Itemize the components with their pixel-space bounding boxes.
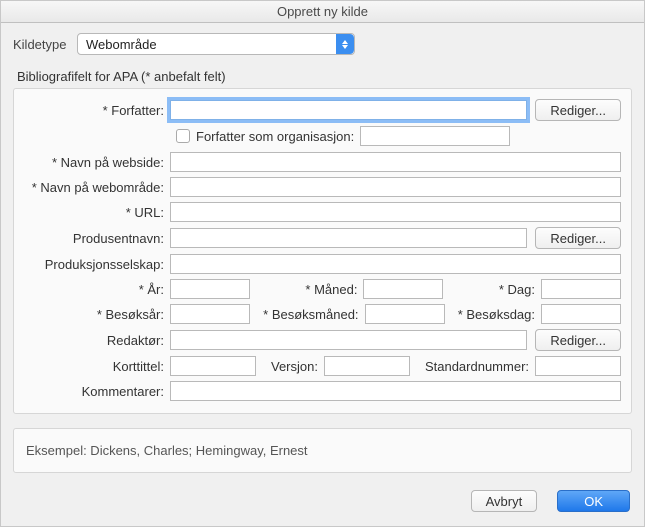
input-dag[interactable] (541, 279, 621, 299)
source-type-select[interactable]: Webområde (77, 33, 355, 55)
section-label: Bibliografifelt for APA (* anbefalt felt… (17, 69, 632, 84)
label-versjon: Versjon: (271, 359, 324, 374)
label-korttittel: Korttittel: (24, 359, 170, 374)
rediger-produsent-button[interactable]: Rediger... (535, 227, 621, 249)
input-korttittel[interactable] (170, 356, 256, 376)
input-navn-webside[interactable] (170, 152, 621, 172)
source-type-label: Kildetype (13, 37, 77, 52)
label-aar: * År: (24, 282, 170, 297)
label-forfatter: * Forfatter: (24, 103, 170, 118)
source-type-row: Kildetype Webområde (13, 33, 632, 55)
input-redaktor[interactable] (170, 330, 527, 350)
label-besoksdag: * Besøksdag: (458, 307, 541, 322)
example-box: Eksempel: Dickens, Charles; Hemingway, E… (13, 428, 632, 473)
input-besoksdag[interactable] (541, 304, 621, 324)
label-maaned: * Måned: (305, 282, 363, 297)
input-navn-webomrade[interactable] (170, 177, 621, 197)
fields-panel: * Forfatter: Rediger... Forfatter som or… (13, 88, 632, 414)
dialog-window: Opprett ny kilde Kildetype Webområde Bib… (0, 0, 645, 527)
rediger-forfatter-button[interactable]: Rediger... (535, 99, 621, 121)
window-title: Opprett ny kilde (1, 1, 644, 23)
label-produsentnavn: Produsentnavn: (24, 231, 170, 246)
input-maaned[interactable] (363, 279, 443, 299)
label-kommentarer: Kommentarer: (24, 384, 170, 399)
input-produsentnavn[interactable] (170, 228, 527, 248)
input-besoksmaaned[interactable] (365, 304, 445, 324)
input-url[interactable] (170, 202, 621, 222)
input-produksjonsselskap[interactable] (170, 254, 621, 274)
label-url: * URL: (24, 205, 170, 220)
label-dag: * Dag: (499, 282, 541, 297)
label-produksjonsselskap: Produksjonsselskap: (24, 257, 170, 272)
checkbox-forfatter-org[interactable] (176, 129, 190, 143)
input-kommentarer[interactable] (170, 381, 621, 401)
source-type-value: Webområde (86, 37, 157, 52)
input-aar[interactable] (170, 279, 250, 299)
input-standardnummer[interactable] (535, 356, 621, 376)
label-redaktor: Redaktør: (24, 333, 170, 348)
avbryt-button[interactable]: Avbryt (471, 490, 538, 512)
input-versjon[interactable] (324, 356, 410, 376)
input-forfatter[interactable] (170, 100, 527, 120)
chevron-up-down-icon (336, 34, 354, 54)
label-besoksaar: * Besøksår: (24, 307, 170, 322)
input-besoksaar[interactable] (170, 304, 250, 324)
content-area: Kildetype Webområde Bibliografifelt for … (1, 23, 644, 482)
label-besoksmaaned: * Besøksmåned: (263, 307, 364, 322)
label-forfatter-org: Forfatter som organisasjon: (196, 129, 354, 144)
label-navn-webside: * Navn på webside: (24, 155, 170, 170)
footer: Avbryt OK (1, 482, 644, 526)
rediger-redaktor-button[interactable]: Rediger... (535, 329, 621, 351)
label-standardnummer: Standardnummer: (425, 359, 535, 374)
label-navn-webomrade: * Navn på webområde: (24, 180, 170, 195)
input-forfatter-org[interactable] (360, 126, 510, 146)
ok-button[interactable]: OK (557, 490, 630, 512)
